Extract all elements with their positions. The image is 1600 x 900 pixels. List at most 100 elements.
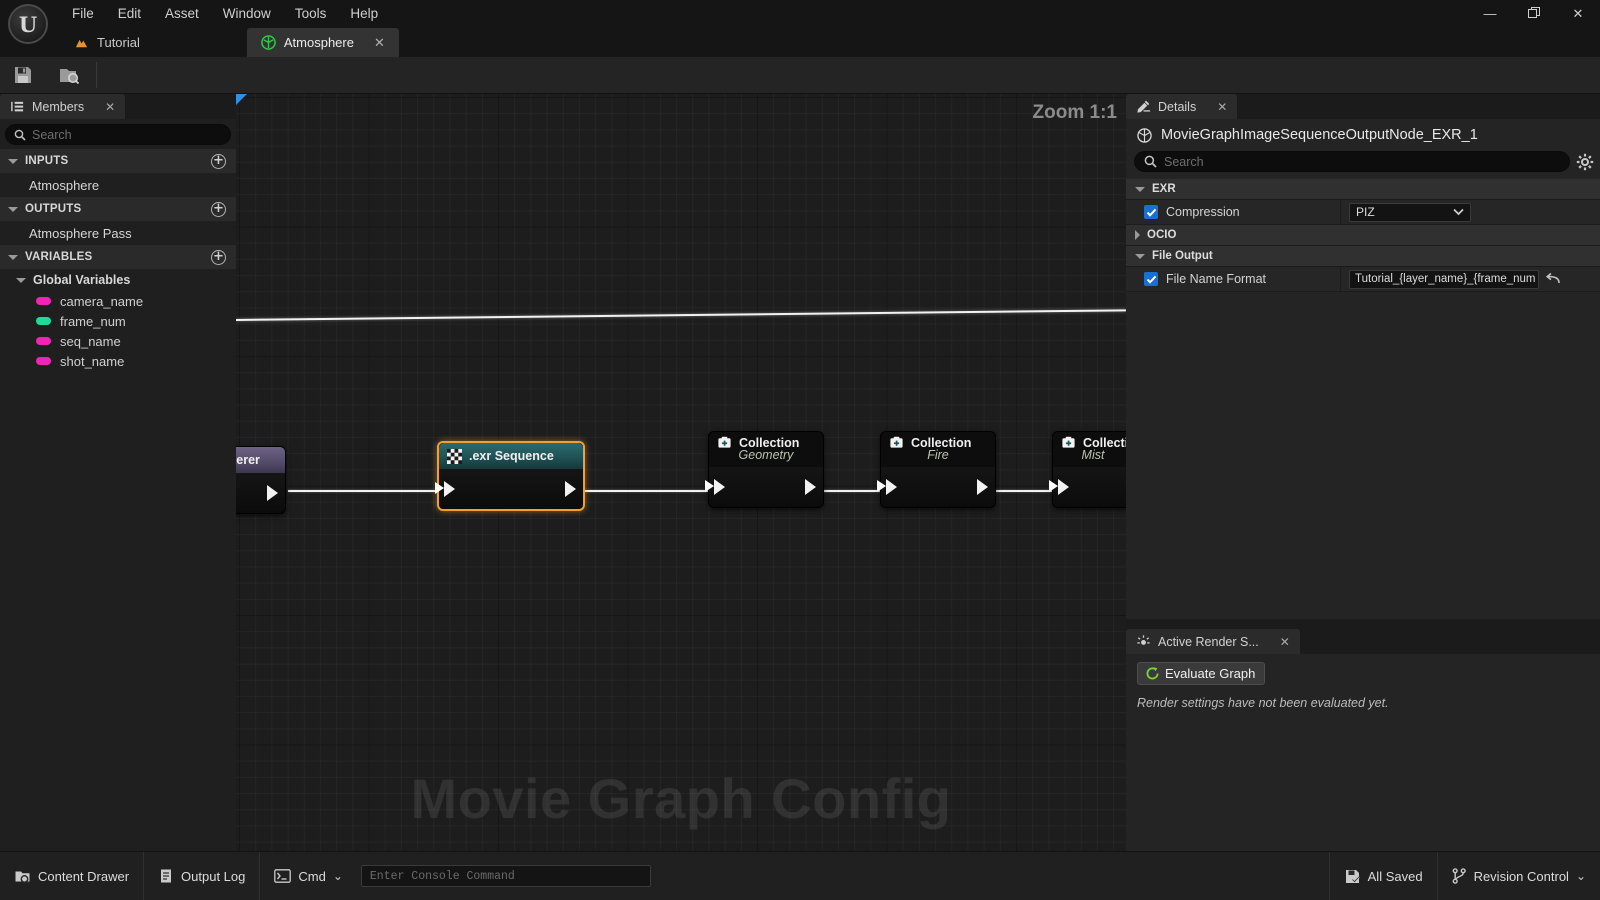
graph-node-fire-output-pin[interactable] (977, 479, 988, 495)
chevron-down-icon (8, 158, 18, 164)
details-category-ocio[interactable]: OCIO (1126, 225, 1600, 246)
tab-active-render-close-icon[interactable]: ✕ (1280, 635, 1290, 649)
details-category-exr[interactable]: EXR (1126, 179, 1600, 200)
evaluate-graph-label: Evaluate Graph (1165, 666, 1256, 681)
details-search-input[interactable]: Search (1134, 151, 1570, 172)
tab-atmosphere-label: Atmosphere (283, 35, 354, 50)
chevron-down-icon (8, 254, 18, 260)
graph-node-collection-mist[interactable]: Collection Mist (1049, 431, 1126, 508)
add-variable-button[interactable]: + (211, 249, 226, 265)
browse-button[interactable] (46, 57, 92, 94)
list-item-variable-seq-name[interactable]: seq_name (0, 331, 236, 351)
menu-window[interactable]: Window (211, 4, 283, 24)
graph-node-fire-input-connector-icon (877, 480, 886, 492)
graph-node-mist-input-connector-icon (1049, 480, 1058, 492)
graph-node-exr-output-pin[interactable] (565, 481, 576, 497)
tab-active-render-settings[interactable]: Active Render S... ✕ (1126, 629, 1300, 654)
section-inputs-label: INPUTS (25, 155, 69, 167)
variables-group-global[interactable]: Global Variables (0, 269, 236, 291)
menu-bar: File Edit Asset Window Tools Help (60, 0, 390, 27)
details-property-compression-left: Compression (1126, 205, 1340, 219)
details-category-ocio-label: OCIO (1147, 229, 1177, 241)
section-variables-label: VARIABLES (25, 251, 93, 263)
compression-dropdown[interactable]: PIZ (1349, 202, 1471, 222)
graph-node-renderer-output-pin[interactable] (267, 485, 278, 501)
details-tab-bar: Details ✕ (1126, 94, 1600, 119)
graph-node-geometry-output-pin[interactable] (805, 479, 816, 495)
graph-node-renderer[interactable]: Renderer (236, 446, 286, 514)
chevron-down-icon (16, 277, 26, 283)
variable-seq-name-label: seq_name (60, 333, 121, 349)
list-item-variable-camera-name[interactable]: camera_name (0, 291, 236, 311)
details-property-file-name-format-left: File Name Format (1126, 272, 1340, 286)
tab-tutorial[interactable]: Tutorial (60, 28, 154, 57)
variable-type-pill-icon (36, 317, 51, 325)
cmd-selector[interactable]: Cmd ⌄ (260, 852, 357, 900)
menu-file[interactable]: File (60, 4, 106, 24)
graph-node-fire-input-pin[interactable] (886, 479, 897, 495)
tab-atmosphere[interactable]: Atmosphere ✕ (246, 28, 399, 57)
graph-node-exr-sequence[interactable]: .exr Sequence (435, 441, 585, 511)
evaluate-graph-button[interactable]: Evaluate Graph (1137, 662, 1266, 685)
browse-folder-icon (60, 69, 80, 85)
save-button[interactable] (0, 57, 46, 94)
chevron-down-icon (1135, 253, 1145, 259)
variables-group-label: Global Variables (33, 273, 131, 287)
unreal-engine-logo-icon[interactable]: U (8, 4, 48, 44)
list-item-output-atmosphere-pass[interactable]: Atmosphere Pass (0, 221, 236, 245)
graph-canvas[interactable]: Zoom 1:1 Movie Graph Config Renderer (236, 94, 1126, 851)
graph-node-exr-input-pin[interactable] (444, 481, 455, 497)
list-item-variable-shot-name[interactable]: shot_name (0, 351, 236, 371)
undo-icon[interactable] (1545, 272, 1561, 286)
tab-members-close-icon[interactable]: ✕ (105, 100, 115, 114)
graph-node-exr-header: .exr Sequence (439, 443, 583, 469)
chevron-down-icon (8, 206, 18, 212)
section-header-inputs[interactable]: INPUTS + (0, 149, 236, 173)
all-saved-icon (1345, 869, 1360, 883)
menu-asset[interactable]: Asset (153, 4, 211, 24)
graph-node-renderer-body (236, 473, 285, 513)
content-drawer-button[interactable]: Content Drawer (0, 851, 145, 900)
tab-details-close-icon[interactable]: ✕ (1217, 100, 1227, 114)
tab-details[interactable]: Details ✕ (1126, 94, 1238, 119)
active-render-tab-bar: Active Render S... ✕ (1126, 629, 1600, 654)
list-item-variable-frame-num[interactable]: frame_num (0, 311, 236, 331)
list-item-input-atmosphere[interactable]: Atmosphere (0, 173, 236, 197)
graph-node-collection-geometry[interactable]: Collection Geometry (705, 431, 824, 508)
all-saved-button[interactable]: All Saved (1330, 851, 1438, 900)
gear-icon[interactable] (1576, 153, 1594, 171)
add-input-button[interactable]: + (211, 153, 226, 169)
section-header-variables[interactable]: VARIABLES + (0, 245, 236, 269)
file-name-format-checkbox[interactable] (1144, 272, 1158, 286)
maximize-button[interactable] (1512, 0, 1556, 27)
details-category-file-output[interactable]: File Output (1126, 246, 1600, 267)
status-bar: Content Drawer Output Log Cmd ⌄ Enter Co… (0, 851, 1600, 900)
menu-edit[interactable]: Edit (106, 4, 153, 24)
graph-node-mist-input-pin[interactable] (1058, 479, 1069, 495)
menu-tools[interactable]: Tools (283, 4, 339, 24)
add-output-button[interactable]: + (211, 201, 226, 217)
graph-node-collection-fire[interactable]: Collection Fire (877, 431, 996, 508)
active-render-settings-panel: Active Render S... ✕ Evaluate Graph Rend… (1126, 629, 1600, 851)
compression-checkbox[interactable] (1144, 205, 1158, 219)
content-drawer-label: Content Drawer (38, 868, 130, 884)
file-name-format-input[interactable]: Tutorial_{layer_name}_{frame_num (1349, 269, 1539, 289)
output-log-button[interactable]: Output Log (144, 851, 261, 900)
tab-members[interactable]: Members ✕ (0, 94, 126, 119)
menu-help[interactable]: Help (338, 4, 390, 24)
minimize-button[interactable]: — (1468, 0, 1512, 27)
chevron-down-icon (1135, 186, 1145, 192)
tab-atmosphere-close-icon[interactable]: ✕ (374, 35, 385, 51)
details-category-file-output-label: File Output (1152, 250, 1213, 262)
chevron-right-icon (1135, 230, 1140, 240)
console-command-input[interactable]: Enter Console Command (360, 865, 651, 887)
chevron-down-icon (1453, 208, 1464, 216)
revision-control-button[interactable]: Revision Control ⌄ (1438, 852, 1600, 900)
graph-wire-renderer-to-exr (288, 490, 440, 492)
close-button[interactable]: ✕ (1556, 0, 1600, 27)
graph-node-geometry-header: Collection Geometry (709, 432, 823, 467)
members-search-input[interactable]: Search (5, 124, 231, 145)
graph-node-geometry-input-pin[interactable] (714, 479, 725, 495)
members-tab-bar: Members ✕ (0, 94, 236, 119)
section-header-outputs[interactable]: OUTPUTS + (0, 197, 236, 221)
